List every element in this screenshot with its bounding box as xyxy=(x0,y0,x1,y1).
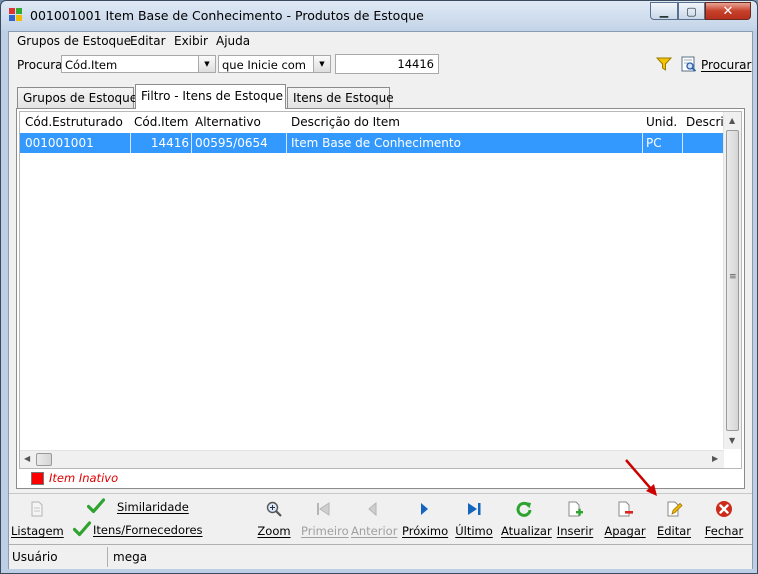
close-icon xyxy=(716,501,732,517)
menu-exibir[interactable]: Exibir xyxy=(174,34,208,48)
previous-record-icon xyxy=(368,501,377,517)
similaridade-button[interactable]: Similaridade xyxy=(117,500,189,514)
search-field-value: Cód.Item xyxy=(65,58,118,72)
legend-label: Item Inativo xyxy=(49,471,119,485)
status-bar: Usuário mega xyxy=(9,544,752,569)
inactive-swatch xyxy=(31,472,44,485)
menu-ajuda[interactable]: Ajuda xyxy=(216,34,250,48)
tab-grupos-de-estoque[interactable]: Grupos de Estoque xyxy=(17,87,137,108)
column-header[interactable]: Cód.Estruturado xyxy=(25,115,125,129)
ultimo-button[interactable]: Último xyxy=(452,494,496,544)
search-operator-value: que Inicie com xyxy=(222,58,307,72)
insert-document-icon xyxy=(568,501,583,517)
chevron-down-icon[interactable]: ▼ xyxy=(198,56,215,72)
minimize-button[interactable]: ▁ xyxy=(650,2,678,20)
items-grid[interactable]: Cód.Estruturado Cód.Item Alternativo Des… xyxy=(19,111,742,469)
zoom-button[interactable]: Zoom xyxy=(253,494,295,544)
listagem-button[interactable]: Listagem xyxy=(11,494,64,544)
anterior-button[interactable]: Anterior xyxy=(351,494,397,544)
search-icon[interactable] xyxy=(681,56,697,72)
scroll-right-icon[interactable]: ▶ xyxy=(712,454,718,463)
edit-document-icon xyxy=(667,501,683,517)
primeiro-button[interactable]: Primeiro xyxy=(301,494,349,544)
cell-descricao: Item Base de Conhecimento xyxy=(291,136,461,150)
atualizar-button[interactable]: Atualizar xyxy=(501,494,552,544)
itens-fornecedores-button[interactable]: Itens/Fornecedores xyxy=(93,523,203,537)
filter-icon[interactable] xyxy=(656,57,672,71)
column-header[interactable]: Descriç xyxy=(686,115,724,129)
column-header[interactable]: Unid. xyxy=(646,115,682,129)
tab-filtro-itens-de-estoque[interactable]: Filtro - Itens de Estoque xyxy=(135,84,286,109)
inserir-button[interactable]: Inserir xyxy=(553,494,597,544)
column-header[interactable]: Cód.Item xyxy=(134,115,194,129)
search-label: Procurar xyxy=(17,58,68,72)
tab-itens-de-estoque[interactable]: Itens de Estoque xyxy=(287,87,394,108)
maximize-button[interactable]: ▢ xyxy=(678,2,705,20)
fechar-button[interactable]: Fechar xyxy=(702,494,746,544)
document-icon xyxy=(31,501,43,517)
grid-header: Cód.Estruturado Cód.Item Alternativo Des… xyxy=(20,112,724,132)
grip-icon: ≡ xyxy=(729,272,737,282)
checkmark-icon xyxy=(87,498,105,514)
vertical-scrollbar[interactable]: ▲ ≡ ▼ xyxy=(723,112,741,449)
search-field-select[interactable]: Cód.Item ▼ xyxy=(61,55,216,73)
cell-cod-estruturado: 001001001 xyxy=(25,136,94,150)
column-header[interactable]: Descrição do Item xyxy=(291,115,491,129)
cell-alternativo: 00595/0654 xyxy=(195,136,268,150)
scroll-thumb-horizontal[interactable] xyxy=(36,453,52,466)
column-header[interactable]: Alternativo xyxy=(195,115,285,129)
title-bar[interactable]: 001001001 Item Base de Conhecimento - Pr… xyxy=(1,1,757,31)
app-icon xyxy=(9,8,23,22)
window-title: 001001001 Item Base de Conhecimento - Pr… xyxy=(30,8,424,23)
close-window-button[interactable]: ✕ xyxy=(705,2,751,20)
refresh-icon xyxy=(516,501,532,517)
zoom-icon xyxy=(266,501,282,517)
scroll-down-icon[interactable]: ▼ xyxy=(729,436,735,445)
scroll-left-icon[interactable]: ◀ xyxy=(24,454,30,463)
proximo-button[interactable]: Próximo xyxy=(402,494,448,544)
menu-bar: Grupos de Estoque Editar Exibir Ajuda xyxy=(9,32,752,51)
status-label: Usuário xyxy=(12,550,58,564)
first-record-icon xyxy=(317,502,330,516)
cell-unid: PC xyxy=(646,136,662,150)
chevron-down-icon[interactable]: ▼ xyxy=(313,56,330,72)
search-value-input[interactable]: 14416 xyxy=(335,54,439,74)
scroll-up-icon[interactable]: ▲ xyxy=(729,116,735,125)
annotation-arrow-icon xyxy=(625,459,657,496)
checkmark-icon xyxy=(73,521,91,537)
menu-editar[interactable]: Editar xyxy=(130,34,166,48)
delete-document-icon xyxy=(618,501,633,517)
search-operator-select[interactable]: que Inicie com ▼ xyxy=(218,55,331,73)
horizontal-scrollbar[interactable]: ◀ ▶ xyxy=(20,450,724,468)
tab-panel: Cód.Estruturado Cód.Item Alternativo Des… xyxy=(16,108,745,489)
search-button[interactable]: Procurar xyxy=(701,58,751,72)
menu-grupos-de-estoque[interactable]: Grupos de Estoque xyxy=(17,34,131,48)
table-row[interactable]: 001001001 14416 00595/0654 Item Base de … xyxy=(20,133,724,153)
cell-cod-item: 14416 xyxy=(150,136,189,150)
next-record-icon xyxy=(421,503,428,515)
status-user: mega xyxy=(113,550,148,564)
search-bar: Procurar Cód.Item ▼ que Inicie com ▼ 144… xyxy=(9,52,752,78)
last-record-icon xyxy=(468,503,481,515)
